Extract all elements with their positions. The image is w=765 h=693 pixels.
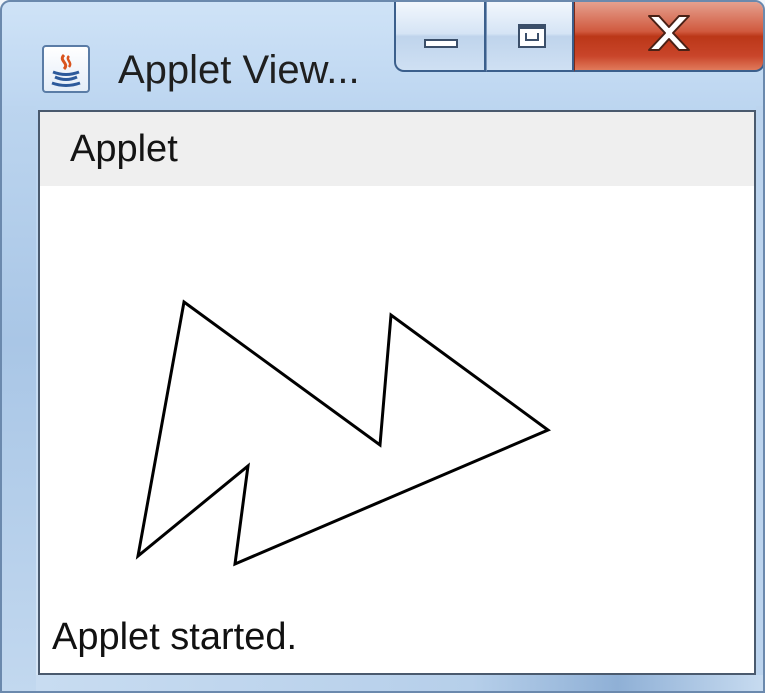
- maximize-button[interactable]: [486, 2, 574, 72]
- applet-viewer-window: Applet View... Applet Applet started.: [0, 0, 765, 693]
- minimize-button[interactable]: [394, 2, 486, 72]
- polygon-shape: [135, 299, 552, 567]
- menu-item-applet[interactable]: Applet: [68, 126, 180, 172]
- minimize-icon: [424, 39, 458, 48]
- window-frame-bottom: [36, 675, 763, 691]
- close-button[interactable]: [574, 2, 763, 72]
- caption-buttons: [394, 2, 763, 74]
- window-frame-right: [756, 106, 763, 676]
- drawing-surface: [135, 299, 552, 567]
- maximize-icon: [518, 24, 546, 48]
- applet-canvas[interactable]: [40, 186, 754, 600]
- close-icon: [648, 15, 690, 51]
- java-coffee-icon[interactable]: [42, 45, 90, 93]
- menu-bar: Applet: [40, 112, 754, 186]
- applet-client-area: Applet Applet started.: [38, 110, 756, 675]
- window-frame-left: [2, 106, 36, 691]
- window-title: Applet View...: [118, 48, 360, 92]
- status-bar-text: Applet started.: [52, 616, 298, 658]
- title-bar[interactable]: Applet View...: [2, 2, 763, 106]
